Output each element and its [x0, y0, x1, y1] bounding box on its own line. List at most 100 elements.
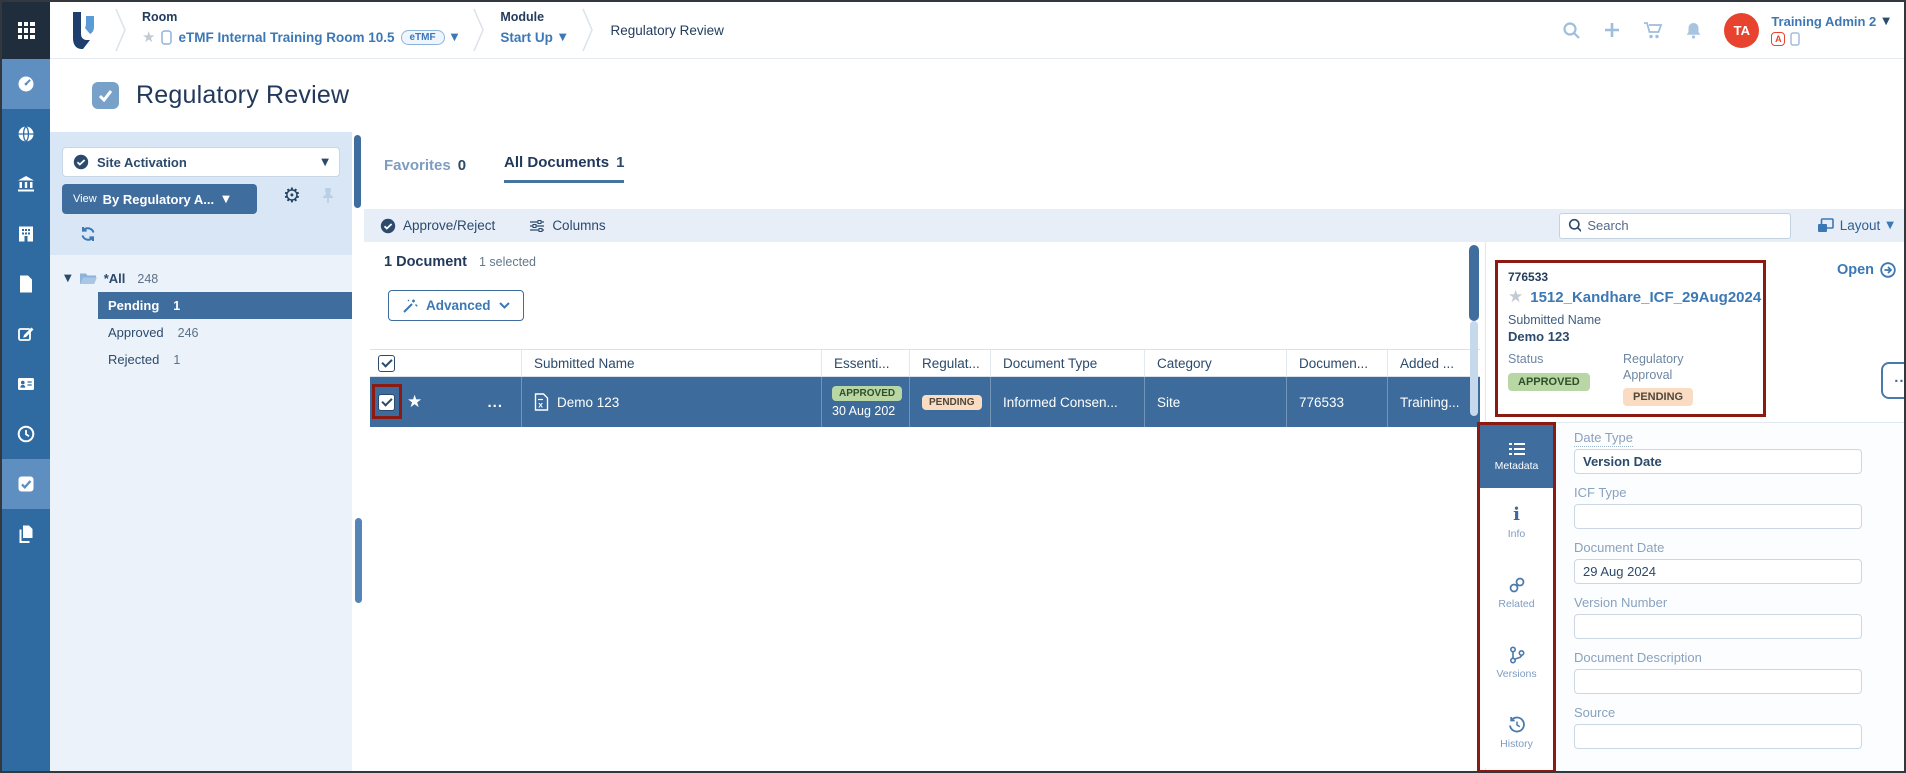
source-input[interactable] [1574, 724, 1862, 749]
document-search[interactable] [1559, 213, 1791, 239]
row-submitted-name[interactable]: Demo 123 [557, 395, 619, 410]
context-dropdown[interactable]: Site Activation ▼ [62, 147, 340, 177]
sidebar-item-documents[interactable] [2, 259, 50, 309]
document-description-input[interactable] [1574, 669, 1862, 694]
icf-type-input[interactable] [1574, 504, 1862, 529]
check-square-icon [16, 474, 36, 494]
sidebar-item-recent[interactable] [2, 409, 50, 459]
tab-versions[interactable]: Versions [1480, 628, 1553, 698]
approve-reject-button[interactable]: Approve/Reject [380, 218, 495, 234]
tab-label: Related [1498, 598, 1534, 610]
sidebar-item-edit-requests[interactable] [2, 309, 50, 359]
tree-root-label: *All [104, 271, 126, 286]
tree-root-all[interactable]: ▼ *All 248 [50, 265, 352, 292]
tab-favorites[interactable]: Favorites 0 [384, 157, 466, 183]
column-header-submitted-name[interactable]: Submitted Name [522, 350, 822, 376]
user-avatar[interactable]: TA [1724, 13, 1759, 48]
tree-item-pending[interactable]: Pending 1 [98, 292, 352, 319]
column-header-essential[interactable]: Essenti... [822, 350, 910, 376]
sidebar-item-global[interactable] [2, 109, 50, 159]
refresh-tree-button[interactable] [80, 226, 96, 247]
bell-icon [1685, 21, 1702, 39]
tree-item-label: Pending [108, 298, 159, 313]
global-search-button[interactable] [1562, 21, 1581, 40]
open-document-button[interactable]: Open [1837, 262, 1896, 278]
detail-side-tabs: Metadata i Info Related Versions History [1477, 422, 1556, 773]
table-scrollbar-thumb[interactable] [1469, 245, 1479, 321]
essential-date: 30 Aug 202 [832, 404, 895, 418]
tab-history[interactable]: History [1480, 698, 1553, 768]
tab-label: Versions [1496, 668, 1536, 680]
detail-more-actions-button[interactable]: ... [1881, 362, 1906, 399]
layout-icon [1817, 218, 1834, 233]
cart-button[interactable] [1643, 21, 1663, 39]
advanced-filter-button[interactable]: Advanced [388, 290, 524, 321]
detail-document-title[interactable]: 1512_Kandhare_ICF_29Aug2024 [1530, 289, 1761, 306]
column-header-document-number[interactable]: Documen... [1287, 350, 1388, 376]
row-document-type: Informed Consen... [991, 377, 1145, 427]
row-actions-menu[interactable]: ... [487, 394, 503, 411]
apps-menu-button[interactable] [2, 2, 50, 59]
layout-label: Layout [1840, 218, 1881, 233]
panel-scrollbar[interactable] [355, 518, 362, 603]
row-favorite-star-icon[interactable]: ★ [407, 394, 422, 411]
search-input[interactable] [1587, 218, 1781, 233]
detail-document-number: 776533 [1508, 270, 1753, 284]
tree-item-approved[interactable]: Approved 246 [98, 319, 352, 346]
view-selector-button[interactable]: View By Regulatory A... ▼ [62, 184, 257, 214]
bank-icon [16, 174, 36, 194]
column-header-category[interactable]: Category [1145, 350, 1287, 376]
brand-logo[interactable] [50, 2, 114, 58]
status-badge: APPROVED [1508, 373, 1590, 391]
document-file-icon: x [534, 393, 549, 411]
sidebar-item-contacts[interactable] [2, 359, 50, 409]
sidebar-item-institution[interactable] [2, 159, 50, 209]
detail-favorite-star-icon[interactable]: ★ [1508, 289, 1523, 306]
room-dropdown-caret[interactable]: ▼ [451, 32, 459, 43]
add-button[interactable] [1603, 21, 1621, 39]
room-name[interactable]: eTMF Internal Training Room 10.5 [178, 30, 394, 45]
pin-panel-icon[interactable] [322, 187, 334, 209]
module-dropdown-caret[interactable]: ▼ [559, 32, 567, 43]
notifications-button[interactable] [1685, 21, 1702, 39]
table-row[interactable]: ★ ... x Demo 123 APPROVED 30 Aug 202 PEN… [370, 377, 1480, 427]
column-header-document-type[interactable]: Document Type [991, 350, 1145, 376]
search-icon [1562, 21, 1581, 40]
room-favorite-star-icon[interactable]: ★ [142, 30, 155, 45]
layout-button[interactable]: Layout ▼ [1817, 218, 1894, 233]
module-name[interactable]: Start Up [500, 30, 553, 45]
user-menu[interactable]: Training Admin 2 ▼ A [1771, 14, 1890, 46]
sidebar-item-facility[interactable] [2, 209, 50, 259]
select-all-checkbox[interactable] [378, 355, 395, 372]
row-category: Site [1145, 377, 1287, 427]
view-value: By Regulatory A... [103, 192, 214, 207]
sidebar-item-dashboard[interactable] [2, 59, 50, 109]
sidebar-item-regulatory-review[interactable] [2, 459, 50, 509]
breadcrumb-separator [472, 2, 486, 58]
table-scrollbar-track[interactable] [1470, 321, 1478, 416]
view-settings-gear-icon[interactable]: ⚙ [283, 185, 301, 205]
field-date-type: Date Type [1574, 430, 1904, 474]
breadcrumb-room: Room ★ eTMF Internal Training Room 10.5 … [128, 2, 472, 58]
sidebar-item-copies[interactable] [2, 509, 50, 559]
version-number-input[interactable] [1574, 614, 1862, 639]
open-label: Open [1837, 262, 1874, 278]
regulatory-approval-badge: PENDING [1623, 388, 1693, 406]
tab-all-documents[interactable]: All Documents 1 [504, 154, 624, 183]
submitted-name-label: Submitted Name [1508, 313, 1753, 327]
submitted-name-value: Demo 123 [1508, 329, 1753, 344]
column-header-regulatory[interactable]: Regulat... [910, 350, 991, 376]
tab-info[interactable]: i Info [1480, 488, 1553, 558]
date-type-input[interactable] [1574, 449, 1862, 474]
columns-button[interactable]: Columns [529, 218, 605, 233]
tab-metadata[interactable]: Metadata [1480, 425, 1553, 488]
tree-item-rejected[interactable]: Rejected 1 [98, 346, 352, 373]
document-date-input[interactable] [1574, 559, 1862, 584]
tab-related[interactable]: Related [1480, 558, 1553, 628]
tree-expand-caret[interactable]: ▼ [64, 273, 72, 284]
related-links-icon [1508, 576, 1526, 594]
folder-icon [79, 272, 97, 286]
panel-splitter-handle[interactable] [354, 135, 361, 208]
document-summary-card: 776533 ★ 1512_Kandhare_ICF_29Aug2024 Sub… [1495, 260, 1766, 417]
column-header-added-by[interactable]: Added ... [1388, 350, 1480, 376]
